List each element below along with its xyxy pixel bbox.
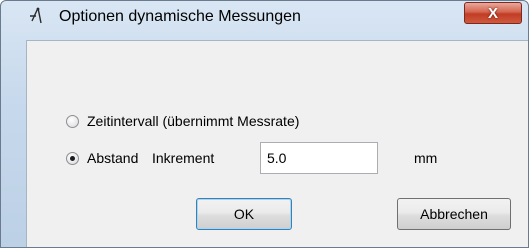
- time-interval-label: Zeitintervall (übernimmt Messrate): [87, 113, 300, 129]
- close-button[interactable]: X: [464, 2, 522, 24]
- increment-input[interactable]: [260, 142, 378, 174]
- increment-label: Inkrement: [152, 150, 215, 166]
- option-distance[interactable]: Abstand: [66, 150, 138, 166]
- ok-button[interactable]: OK: [196, 198, 292, 230]
- cancel-button[interactable]: Abbrechen: [397, 198, 511, 230]
- distance-radio[interactable]: [66, 151, 79, 165]
- time-interval-radio[interactable]: [66, 114, 79, 128]
- distance-label: Abstand: [87, 150, 139, 166]
- dialog-window: Optionen dynamische Messungen X Zeitinte…: [0, 0, 529, 248]
- unit-label: mm: [414, 150, 438, 166]
- dialog-content: Zeitintervall (übernimmt Messrate) Absta…: [26, 40, 528, 247]
- close-icon: X: [487, 4, 498, 22]
- compass-icon: [29, 7, 47, 25]
- title-bar[interactable]: Optionen dynamische Messungen X: [1, 1, 528, 31]
- cancel-button-label: Abbrechen: [420, 206, 488, 222]
- option-time-interval[interactable]: Zeitintervall (übernimmt Messrate): [66, 113, 299, 129]
- ok-button-label: OK: [233, 206, 255, 222]
- window-title: Optionen dynamische Messungen: [59, 8, 301, 25]
